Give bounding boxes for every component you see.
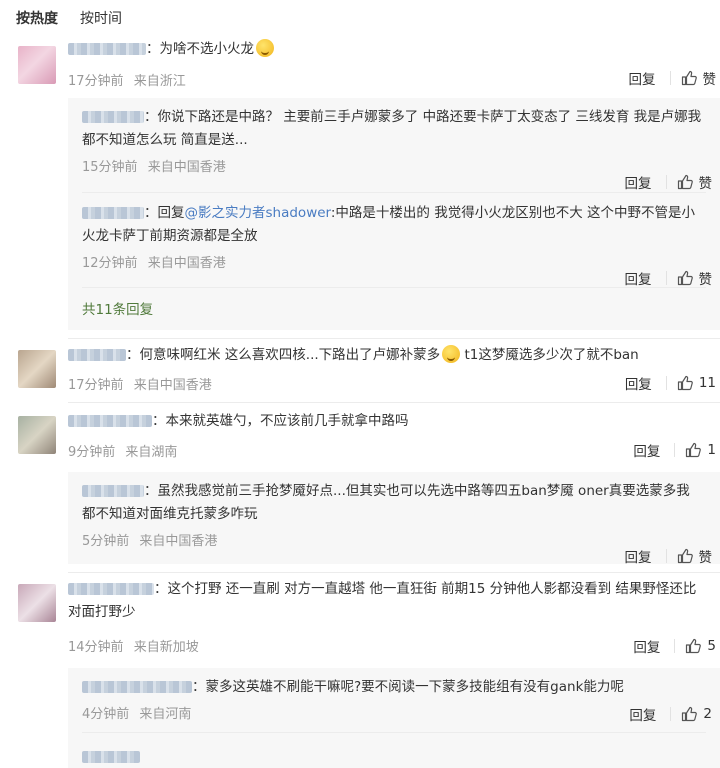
- reply-item: ：回复@影之实力者shadower:中路是十楼出的 我觉得小火龙区别也不大 这个…: [82, 202, 712, 288]
- thumbs-up-icon[interactable]: [685, 638, 702, 654]
- reply-prefix: ：回复: [144, 205, 185, 221]
- reply-box: ：你说下路还是中路？ 主要前三手卢娜蒙多了 中路还要卡萨丁太变态了 三线发育 我…: [68, 98, 720, 330]
- divider: [82, 192, 706, 193]
- reply-item: ：虽然我感觉前三手抢梦魇好点...但其实也可以先选中路等四五ban梦魇 oner…: [82, 480, 712, 566]
- avatar[interactable]: [18, 46, 56, 84]
- reply-button[interactable]: 回复: [633, 440, 660, 460]
- thumbs-up-icon[interactable]: [685, 442, 702, 458]
- reply-button[interactable]: 回复: [625, 546, 652, 566]
- reply-button[interactable]: 回复: [625, 268, 652, 288]
- reply-item: ：你说下路还是中路？ 主要前三手卢娜蒙多了 中路还要卡萨丁太变态了 三线发育 我…: [82, 106, 712, 192]
- divider: [674, 443, 676, 457]
- reply-location: 来自中国香港: [147, 256, 226, 271]
- divider: [82, 287, 706, 288]
- username[interactable]: [82, 485, 144, 497]
- comment-location: 来自中国香港: [133, 378, 212, 393]
- username[interactable]: [68, 415, 152, 427]
- reply-button[interactable]: 回复: [629, 68, 656, 88]
- reply-location: 来自中国香港: [147, 160, 226, 175]
- reply-text: ：你说下路还是中路？ 主要前三手卢娜蒙多了 中路还要卡萨丁太变态了 三线发育 我…: [82, 109, 702, 148]
- reply-time: 4分钟前: [82, 707, 130, 722]
- avatar[interactable]: [18, 350, 56, 388]
- like-count: 赞: [698, 176, 713, 192]
- username[interactable]: [68, 349, 126, 361]
- reply-time: 12分钟前: [82, 256, 138, 271]
- username[interactable]: [82, 111, 144, 123]
- comment-text: ：这个打野 还一直刷 对方一直越塔 他一直狂街 前期15 分钟他人影都没看到 结…: [68, 581, 697, 620]
- comment-text: ：本来就英雄勺，不应该前几手就拿中路吗: [152, 413, 409, 429]
- sort-by-time-tab[interactable]: 按时间: [80, 8, 122, 28]
- reply-button[interactable]: 回复: [625, 172, 652, 192]
- username[interactable]: [82, 207, 144, 219]
- comment-location: 来自湖南: [125, 445, 178, 460]
- reply-button[interactable]: 回复: [629, 704, 656, 724]
- divider: [670, 707, 672, 721]
- divider: [665, 271, 667, 285]
- divider: [674, 639, 676, 653]
- divider: [669, 71, 671, 85]
- divider: [665, 175, 667, 189]
- sort-by-hot-tab[interactable]: 按热度: [16, 8, 58, 28]
- username[interactable]: [68, 583, 154, 595]
- username[interactable]: [68, 43, 146, 55]
- thumbs-up-icon[interactable]: [677, 270, 693, 286]
- reply-item: ：蒙多这英雄不刷能干嘛呢?要不阅读一下蒙多技能组有没有gank能力呢 4分钟前 …: [82, 676, 712, 724]
- thumbs-up-icon[interactable]: [681, 70, 697, 86]
- username[interactable]: [82, 681, 192, 693]
- reply-item: [82, 746, 140, 765]
- avatar[interactable]: [18, 584, 56, 622]
- divider: [665, 549, 667, 563]
- reply-time: 5分钟前: [82, 534, 130, 549]
- like-count: 赞: [698, 272, 713, 288]
- thumbs-up-icon[interactable]: [677, 375, 693, 391]
- thumbs-up-icon[interactable]: [677, 174, 693, 190]
- username[interactable]: [82, 750, 140, 763]
- reply-location: 来自河南: [139, 707, 192, 722]
- like-count: 赞: [698, 550, 713, 566]
- like-count: 赞: [702, 72, 717, 88]
- reply-time: 15分钟前: [82, 160, 138, 175]
- smile-emoji-icon: [442, 345, 461, 363]
- reply-location: 来自中国香港: [139, 534, 218, 549]
- avatar[interactable]: [18, 416, 56, 454]
- laughing-emoji-icon: [256, 39, 274, 57]
- divider: [68, 402, 720, 403]
- divider: [68, 572, 720, 573]
- thumbs-up-icon[interactable]: [677, 548, 693, 564]
- reply-button[interactable]: 回复: [625, 373, 652, 393]
- comment-time: 17分钟前: [68, 378, 124, 393]
- comment-text: ：为啥不选小火龙: [146, 41, 254, 57]
- divider: [665, 376, 667, 390]
- reply-text: ：虽然我感觉前三手抢梦魇好点...但其实也可以先选中路等四五ban梦魇 oner…: [82, 483, 690, 522]
- like-count: 5: [707, 638, 716, 654]
- mention-link[interactable]: @影之实力者shadower: [185, 205, 331, 221]
- comment-location: 来自新加坡: [133, 640, 199, 655]
- reply-button[interactable]: 回复: [633, 636, 660, 656]
- comment-text-tail: t1这梦魇选多少次了就不ban: [460, 347, 639, 363]
- comment-location: 来自浙江: [133, 74, 186, 89]
- reply-box: ：蒙多这英雄不刷能干嘛呢?要不阅读一下蒙多技能组有没有gank能力呢 4分钟前 …: [68, 668, 720, 768]
- comment-time: 17分钟前: [68, 74, 124, 89]
- view-more-replies-link[interactable]: 共11条回复: [82, 298, 153, 318]
- like-count: 1: [707, 442, 716, 458]
- reply-text: ：蒙多这英雄不刷能干嘛呢?要不阅读一下蒙多技能组有没有gank能力呢: [192, 679, 624, 695]
- divider: [82, 732, 706, 733]
- like-count: 2: [703, 706, 712, 722]
- comment-time: 14分钟前: [68, 640, 124, 655]
- like-count: 11: [698, 375, 716, 391]
- comment-time: 9分钟前: [68, 445, 116, 460]
- comment-text: ：何意味啊红米 这么喜欢四核...下路出了卢娜补蒙多: [126, 347, 441, 363]
- sort-tabs: 按热度 按时间: [16, 8, 122, 28]
- divider: [68, 338, 720, 339]
- thumbs-up-icon[interactable]: [681, 706, 698, 722]
- reply-box: ：虽然我感觉前三手抢梦魇好点...但其实也可以先选中路等四五ban梦魇 oner…: [68, 472, 720, 566]
